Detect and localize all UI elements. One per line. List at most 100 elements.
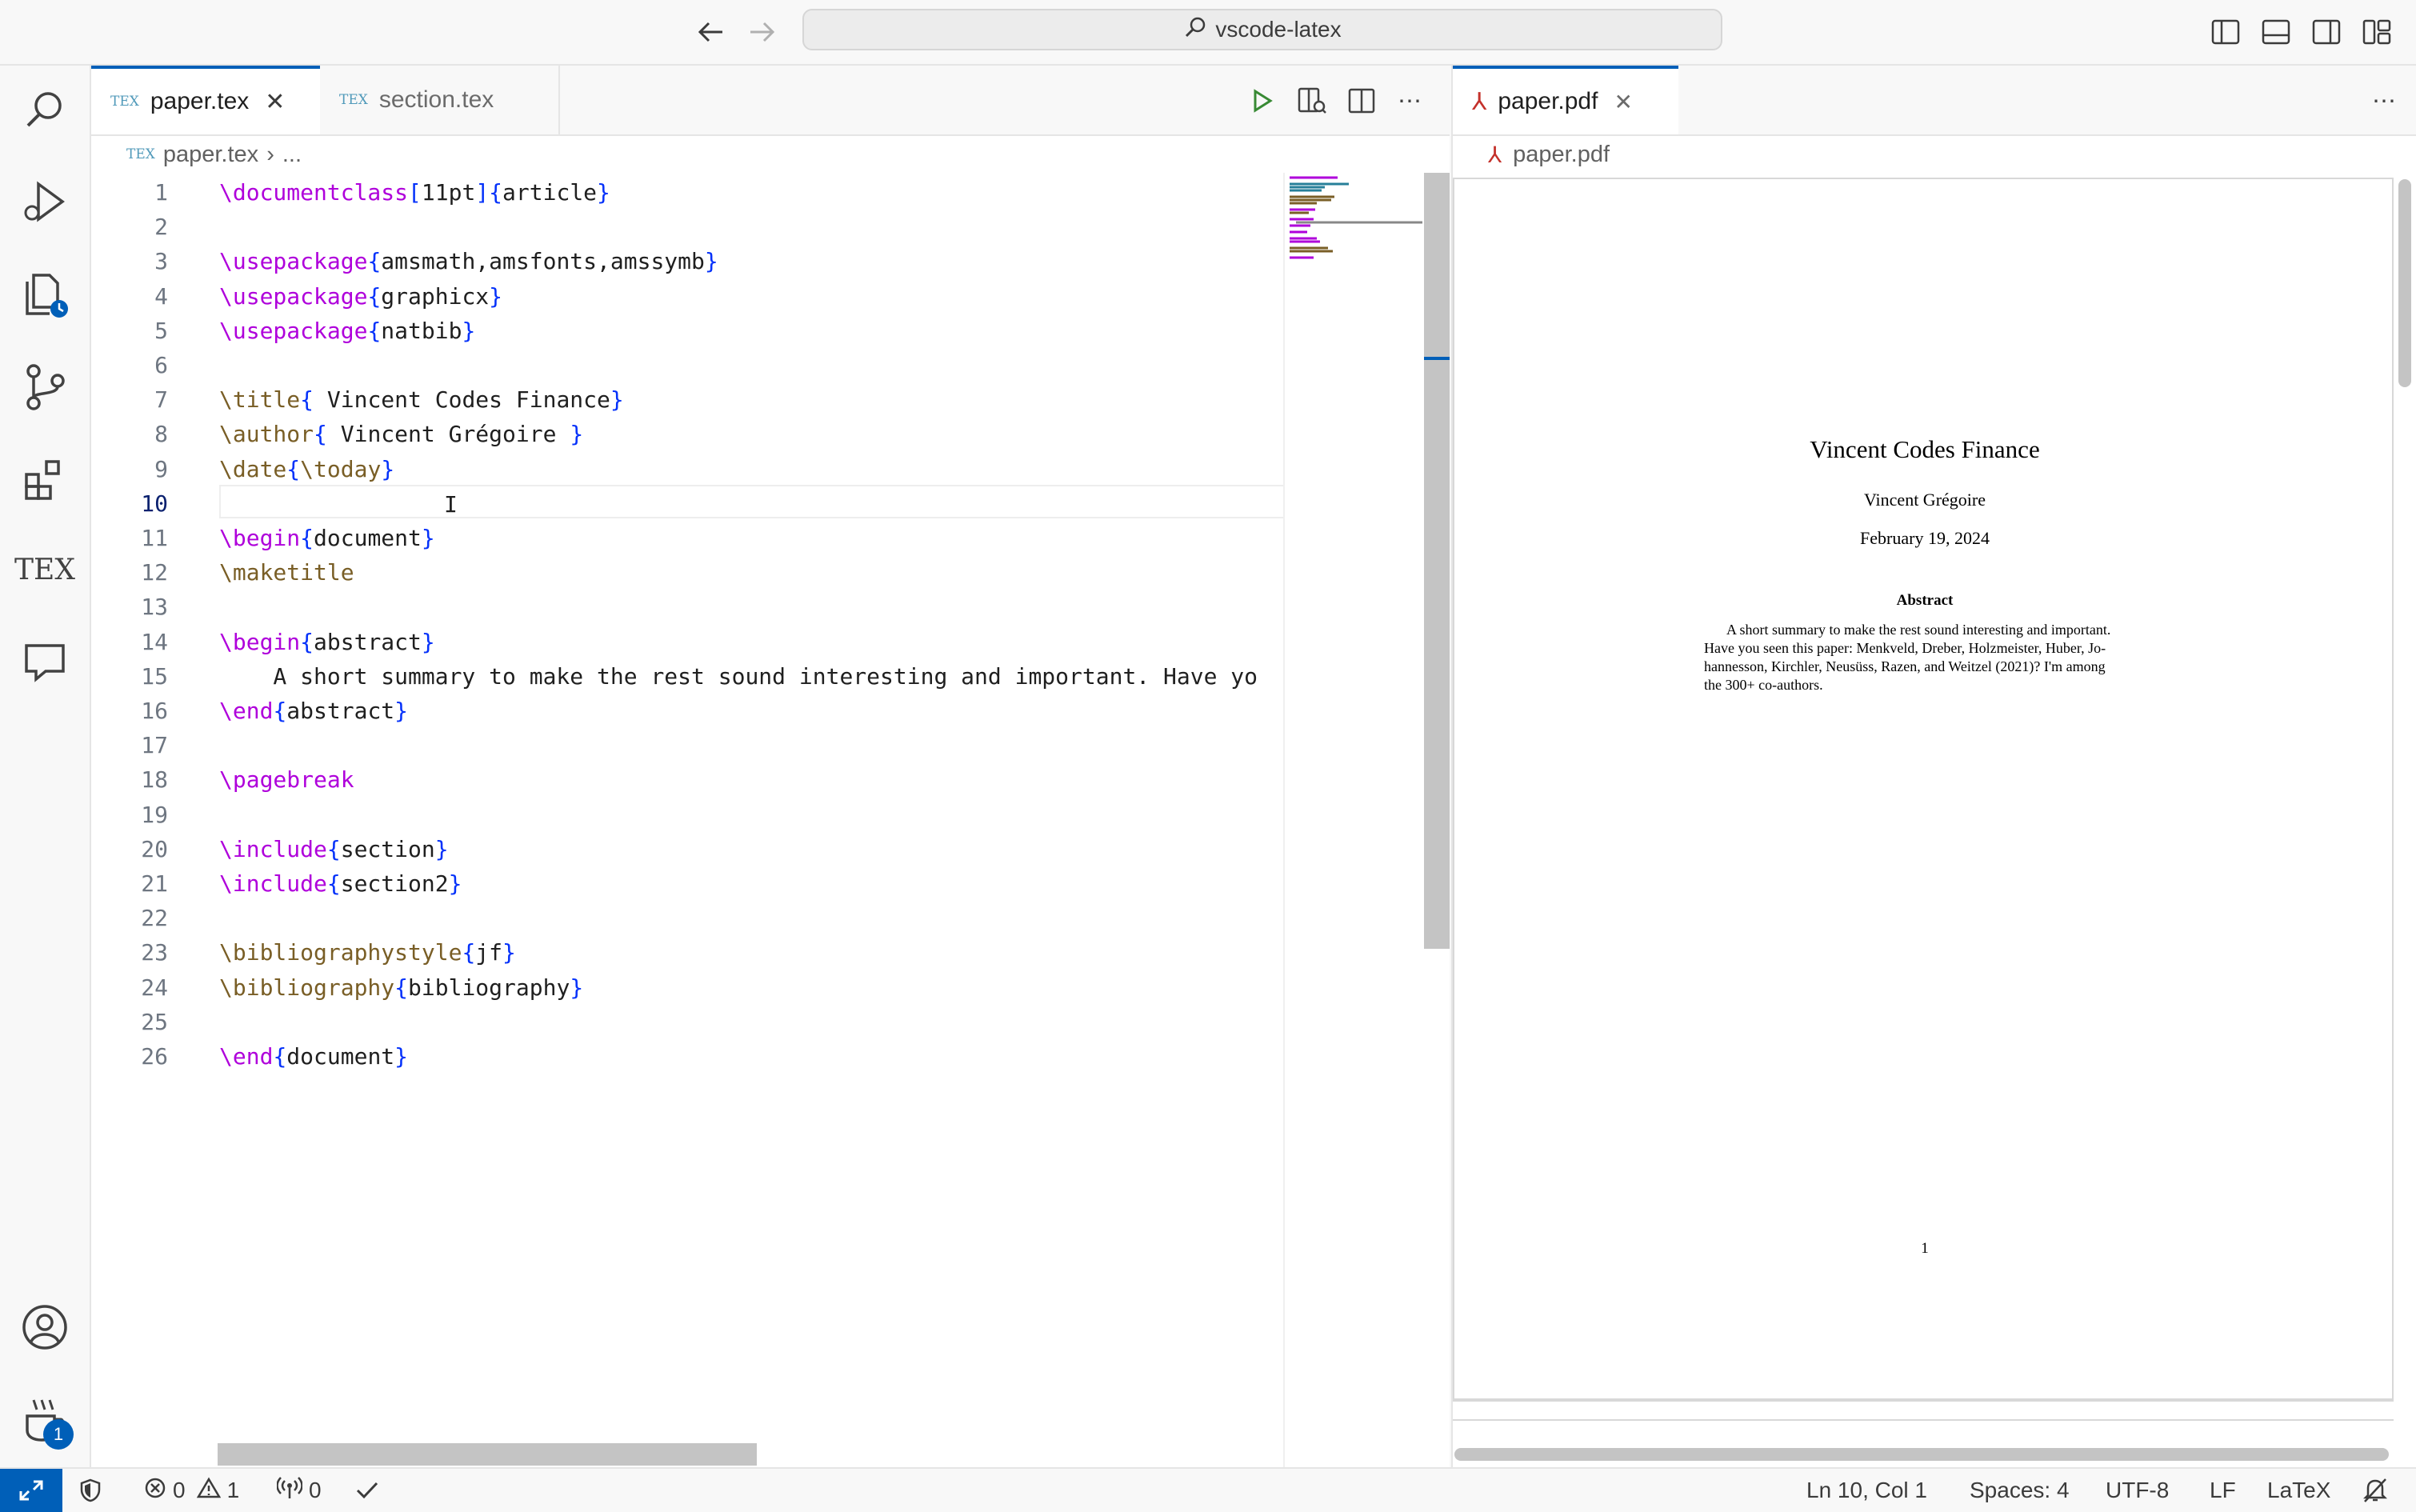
- line-number: 21: [141, 870, 168, 897]
- toggle-primary-sidebar-icon[interactable]: [2208, 14, 2243, 50]
- breadcrumb: TEX paper.tex › ...: [91, 136, 1450, 173]
- accounts-icon[interactable]: [16, 1298, 74, 1356]
- line-number: 4: [154, 282, 168, 310]
- code-line[interactable]: \bibliography{bibliography}: [219, 974, 583, 1001]
- breadcrumb-file[interactable]: paper.pdf: [1513, 142, 1610, 168]
- comments-icon[interactable]: [16, 634, 74, 691]
- line-number: 5: [154, 317, 168, 344]
- editor-tabs: TEX paper.tex ✕ TEX section.tex ⋯: [91, 66, 1450, 136]
- back-arrow-icon[interactable]: [692, 13, 730, 51]
- tab-section-tex[interactable]: TEX section.tex: [320, 66, 560, 134]
- pdf-abstract-heading: Abstract: [1896, 592, 1954, 609]
- extensions-icon[interactable]: [16, 451, 74, 509]
- run-icon[interactable]: [1243, 82, 1282, 120]
- text-cursor-icon: I: [444, 491, 458, 518]
- pdf-vertical-scrollbar[interactable]: [2398, 179, 2411, 387]
- code-line[interactable]: \date{\today}: [219, 456, 394, 482]
- toggle-secondary-sidebar-icon[interactable]: [2309, 14, 2344, 50]
- breadcrumb-symbols[interactable]: ...: [282, 142, 302, 168]
- code-line[interactable]: \usepackage{graphicx}: [219, 283, 502, 310]
- more-actions-icon[interactable]: ⋯: [1390, 82, 1429, 120]
- code-line[interactable]: A short summary to make the rest sound i…: [219, 663, 1258, 690]
- code-line[interactable]: \bibliographystyle{jf}: [219, 939, 516, 966]
- code-line[interactable]: \end{abstract}: [219, 698, 408, 724]
- view-latex-pdf-icon[interactable]: [1293, 82, 1331, 120]
- cursor-marker: [1424, 357, 1450, 360]
- coffee-icon[interactable]: 1: [16, 1390, 74, 1450]
- tex-icon[interactable]: TEX: [14, 541, 75, 598]
- source-control-icon[interactable]: [16, 358, 74, 416]
- line-number: 10: [141, 490, 168, 517]
- line-number: 24: [141, 974, 168, 1001]
- workspace-trust-icon[interactable]: [80, 1469, 101, 1512]
- current-line-highlight: [219, 485, 1376, 518]
- line-number: 11: [141, 525, 168, 551]
- line-number: 3: [154, 248, 168, 275]
- encoding[interactable]: UTF-8: [2106, 1469, 2169, 1512]
- close-icon[interactable]: ✕: [1614, 89, 1632, 115]
- tab-paper-pdf[interactable]: ⅄ paper.pdf ✕: [1453, 66, 1678, 134]
- notifications-bell-icon[interactable]: [2362, 1469, 2389, 1512]
- command-center-label: vscode-latex: [1215, 17, 1342, 42]
- editor-horizontal-scrollbar[interactable]: [218, 1443, 757, 1466]
- split-editor-icon[interactable]: [1342, 82, 1381, 120]
- end-of-line[interactable]: LF: [2210, 1469, 2236, 1512]
- pdf-page-number: 1: [1921, 1240, 1929, 1257]
- line-number: 8: [154, 421, 168, 448]
- code-line[interactable]: \author{ Vincent Grégoire }: [219, 421, 583, 447]
- code-line[interactable]: \maketitle: [219, 559, 354, 586]
- language-mode[interactable]: LaTeX: [2267, 1469, 2330, 1512]
- pdf-date: February 19, 2024: [1860, 528, 1990, 548]
- line-number: 13: [141, 594, 168, 621]
- timeline-explorer-icon[interactable]: [16, 266, 74, 323]
- tab-paper-tex[interactable]: TEX paper.tex ✕: [91, 66, 320, 134]
- pdf-author: Vincent Grégoire: [1863, 490, 1986, 510]
- indentation[interactable]: Spaces: 4: [1970, 1469, 2070, 1512]
- coffee-badge: 1: [43, 1419, 74, 1450]
- search-icon[interactable]: [16, 80, 74, 138]
- code-line[interactable]: \end{document}: [219, 1043, 408, 1070]
- command-center-search[interactable]: vscode-latex: [802, 9, 1722, 50]
- pdf-horizontal-scrollbar[interactable]: [1454, 1448, 2389, 1461]
- code-line[interactable]: \pagebreak: [219, 766, 354, 793]
- check-icon[interactable]: [355, 1469, 379, 1512]
- more-actions-icon[interactable]: ⋯: [2365, 82, 2403, 120]
- tex-file-icon: TEX: [126, 146, 155, 162]
- line-number: 12: [141, 559, 168, 586]
- close-icon[interactable]: ✕: [265, 88, 285, 116]
- error-icon: [144, 1477, 166, 1505]
- code-line[interactable]: \usepackage{amsmath,amsfonts,amssymb}: [219, 248, 718, 274]
- line-number: 20: [141, 835, 168, 862]
- code-line[interactable]: \documentclass[11pt]{article}: [219, 179, 610, 206]
- customize-layout-icon[interactable]: [2359, 14, 2394, 50]
- problems-indicator[interactable]: 0 1: [144, 1469, 239, 1512]
- code-line[interactable]: \usepackage{natbib}: [219, 318, 475, 344]
- breadcrumb-file[interactable]: paper.tex: [163, 142, 258, 168]
- line-number: 6: [154, 352, 168, 378]
- minimap[interactable]: [1283, 173, 1426, 1467]
- run-debug-icon[interactable]: [16, 173, 74, 230]
- code-editor[interactable]: 1 \documentclass[11pt]{article} 2 3 \usepack…: [91, 173, 1450, 1467]
- line-number: 14: [141, 628, 168, 655]
- code-line[interactable]: \include{section}: [219, 836, 449, 862]
- line-number: 18: [141, 766, 168, 794]
- forward-arrow-icon[interactable]: [742, 13, 781, 51]
- pdf-tabs: ⅄ paper.pdf ✕ ⋯: [1451, 66, 2416, 136]
- code-line[interactable]: \begin{document}: [219, 525, 435, 551]
- toggle-panel-icon[interactable]: [2258, 14, 2294, 50]
- line-number: 9: [154, 455, 168, 482]
- line-number: 23: [141, 939, 168, 966]
- code-line[interactable]: \include{section2}: [219, 870, 462, 897]
- pdf-file-icon: ⅄: [1488, 142, 1502, 167]
- breadcrumb-separator: ›: [266, 141, 274, 167]
- line-number: 25: [141, 1008, 168, 1035]
- editor-vertical-scrollbar[interactable]: [1424, 173, 1450, 949]
- code-line[interactable]: \title{ Vincent Codes Finance}: [219, 386, 624, 413]
- line-number: 19: [141, 801, 168, 828]
- cursor-position[interactable]: Ln 10, Col 1: [1806, 1469, 1927, 1512]
- ports-indicator[interactable]: 0: [276, 1469, 322, 1512]
- status-bar: 0 1 0 Ln 10, Col 1 Spaces: 4 UTF-8 LF La…: [0, 1467, 2416, 1512]
- search-icon: [1183, 15, 1207, 45]
- remote-indicator-icon[interactable]: [0, 1469, 62, 1512]
- code-line[interactable]: \begin{abstract}: [219, 629, 435, 655]
